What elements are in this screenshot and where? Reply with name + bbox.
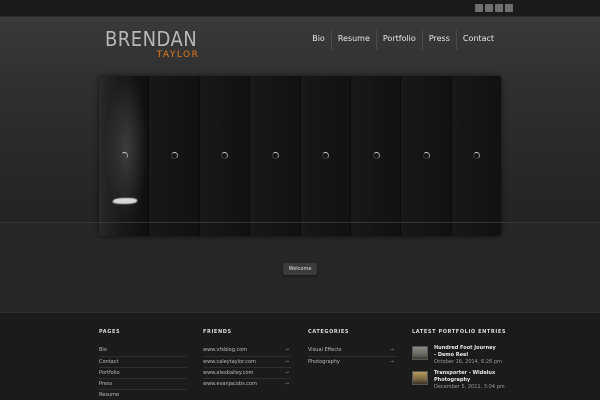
nav-bio[interactable]: Bio <box>306 30 331 50</box>
main-nav: Bio Resume Portfolio Press Contact <box>306 30 500 50</box>
footer: PAGES Bio Contact Portfolio Press Resume… <box>0 312 600 400</box>
friend-link-label: www.caleytaylor.com <box>203 359 256 365</box>
friend-link[interactable]: www.evanjacobs.com → <box>203 378 291 389</box>
nav-resume[interactable]: Resume <box>330 30 376 50</box>
friend-link[interactable]: www.caleytaylor.com → <box>203 356 291 367</box>
arrow-right-icon: → <box>389 347 394 353</box>
slide[interactable] <box>99 76 150 236</box>
footer-friends-title: FRIENDS <box>203 329 232 335</box>
entry-title[interactable]: Hundred Foot Journey - Demo Reel <box>434 345 498 359</box>
arrow-right-icon: → <box>284 381 289 387</box>
loading-spinner-icon <box>372 152 380 159</box>
footer-page-link[interactable]: Press <box>99 378 187 389</box>
category-link[interactable]: Photography → <box>308 356 396 367</box>
footer-page-link[interactable]: Resume <box>99 389 187 400</box>
slide[interactable] <box>401 76 452 236</box>
footer-categories: CATEGORIES Visual Effects → Photography → <box>308 329 396 367</box>
slide[interactable] <box>250 76 301 236</box>
top-bar <box>0 0 600 17</box>
nav-portfolio[interactable]: Portfolio <box>375 30 422 50</box>
arrow-right-icon: → <box>284 370 289 376</box>
footer-friends: FRIENDS www.vfxblog.com → www.caleytaylor… <box>203 329 291 389</box>
nav-press[interactable]: Press <box>421 30 456 50</box>
friend-link[interactable]: www.vfxblog.com → <box>203 345 291 356</box>
footer-pages-title: PAGES <box>99 329 121 335</box>
loading-spinner-icon <box>271 152 279 159</box>
image-slider[interactable] <box>99 76 501 236</box>
youtube-icon[interactable] <box>475 4 483 12</box>
category-link-label: Visual Effects <box>308 347 342 353</box>
entry-thumbnail[interactable] <box>412 346 428 360</box>
portfolio-entry[interactable]: Transporter - Widelux Photography Decemb… <box>412 370 512 391</box>
slide[interactable] <box>199 76 251 236</box>
category-link-label: Photography <box>308 359 340 365</box>
slide[interactable] <box>300 76 351 236</box>
footer-categories-title: CATEGORIES <box>308 329 350 335</box>
logo-subtitle: TAYLOR <box>156 50 200 60</box>
email-icon[interactable] <box>505 4 513 12</box>
arrow-right-icon: → <box>389 359 394 365</box>
arrow-right-icon: → <box>284 347 289 353</box>
slide[interactable] <box>350 76 402 236</box>
logo-name: BRENDAN <box>105 27 198 51</box>
footer-pages: PAGES Bio Contact Portfolio Press Resume <box>99 329 187 400</box>
rss-icon[interactable] <box>495 4 503 12</box>
slide[interactable] <box>451 76 501 236</box>
loading-spinner-icon <box>422 152 430 159</box>
site-logo[interactable]: BRENDAN TAYLOR <box>105 28 207 60</box>
footer-page-link[interactable]: Bio <box>99 345 187 356</box>
friend-link-label: www.vfxblog.com <box>203 347 248 353</box>
section-divider <box>0 222 600 223</box>
loading-spinner-icon <box>171 152 179 159</box>
friend-link[interactable]: www.alexbailey.com → <box>203 367 291 378</box>
vimeo-icon[interactable] <box>485 4 493 12</box>
loading-spinner-icon <box>221 152 229 159</box>
loading-spinner-icon <box>322 152 330 159</box>
entry-thumbnail[interactable] <box>412 371 428 385</box>
entry-date: October 16, 2014, 6:26 pm <box>434 359 502 365</box>
loading-spinner-icon <box>473 152 481 159</box>
friend-link-label: www.alexbailey.com <box>203 370 254 376</box>
welcome-button[interactable]: Welcome <box>283 263 317 275</box>
portfolio-entry[interactable]: Hundred Foot Journey - Demo Reel October… <box>412 345 512 366</box>
loading-spinner-icon <box>120 152 128 159</box>
entry-date: December 5, 2011, 3:04 pm <box>434 384 505 390</box>
nav-contact[interactable]: Contact <box>455 30 500 50</box>
footer-page-link[interactable]: Contact <box>99 356 187 367</box>
arrow-right-icon: → <box>284 359 289 365</box>
friend-link-label: www.evanjacobs.com <box>203 381 257 387</box>
footer-latest-entries: LATEST PORTFOLIO ENTRIES Hundred Foot Jo… <box>412 329 512 395</box>
footer-latest-title: LATEST PORTFOLIO ENTRIES <box>412 329 507 335</box>
social-icons <box>475 4 513 12</box>
slide[interactable] <box>149 76 200 236</box>
slide-image-highlight <box>111 198 139 204</box>
entry-title[interactable]: Transporter - Widelux Photography <box>434 370 498 384</box>
footer-page-link[interactable]: Portfolio <box>99 367 187 378</box>
category-link[interactable]: Visual Effects → <box>308 345 396 356</box>
